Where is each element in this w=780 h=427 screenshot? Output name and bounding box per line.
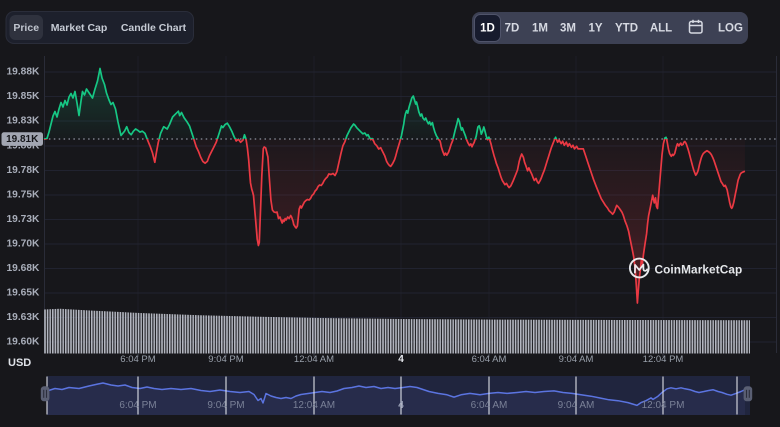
svg-text:Price: Price <box>13 22 39 34</box>
svg-text:LOG: LOG <box>718 23 743 35</box>
svg-text:19.65K: 19.65K <box>7 288 40 299</box>
svg-text:6:04 AM: 6:04 AM <box>472 354 507 365</box>
svg-text:19.73K: 19.73K <box>7 214 40 225</box>
svg-text:6:04 PM: 6:04 PM <box>119 400 156 411</box>
svg-text:19.78K: 19.78K <box>7 165 40 176</box>
svg-text:CoinMarketCap: CoinMarketCap <box>655 262 743 276</box>
svg-text:3M: 3M <box>560 23 576 35</box>
svg-text:12:04 PM: 12:04 PM <box>643 354 684 365</box>
svg-text:4: 4 <box>398 354 404 365</box>
svg-text:4: 4 <box>398 400 404 411</box>
svg-text:19.83K: 19.83K <box>7 116 40 127</box>
svg-text:9:04 AM: 9:04 AM <box>558 400 595 411</box>
svg-text:19.81K: 19.81K <box>6 134 39 145</box>
svg-text:19.60K: 19.60K <box>7 337 40 348</box>
svg-text:9:04 PM: 9:04 PM <box>208 354 243 365</box>
svg-text:12:04 AM: 12:04 AM <box>294 354 334 365</box>
svg-text:12:04 AM: 12:04 AM <box>293 400 335 411</box>
svg-text:19.88K: 19.88K <box>7 67 40 78</box>
svg-text:7D: 7D <box>505 23 520 35</box>
svg-text:Market Cap: Market Cap <box>51 22 108 34</box>
svg-text:1Y: 1Y <box>588 23 602 35</box>
svg-text:1D: 1D <box>480 23 495 35</box>
svg-text:19.68K: 19.68K <box>7 263 40 274</box>
svg-text:9:04 AM: 9:04 AM <box>559 354 594 365</box>
svg-text:19.75K: 19.75K <box>7 190 40 201</box>
svg-text:6:04 PM: 6:04 PM <box>120 354 155 365</box>
svg-text:ALL: ALL <box>650 23 672 35</box>
svg-text:YTD: YTD <box>615 23 638 35</box>
svg-text:12:04 PM: 12:04 PM <box>642 400 685 411</box>
svg-text:Candle Chart: Candle Chart <box>121 22 187 34</box>
svg-text:19.63K: 19.63K <box>7 312 40 323</box>
svg-text:USD: USD <box>8 357 31 369</box>
svg-text:1M: 1M <box>532 23 548 35</box>
svg-text:6:04 AM: 6:04 AM <box>471 400 508 411</box>
svg-text:19.70K: 19.70K <box>7 239 40 250</box>
svg-text:9:04 PM: 9:04 PM <box>207 400 244 411</box>
svg-text:19.85K: 19.85K <box>7 91 40 102</box>
